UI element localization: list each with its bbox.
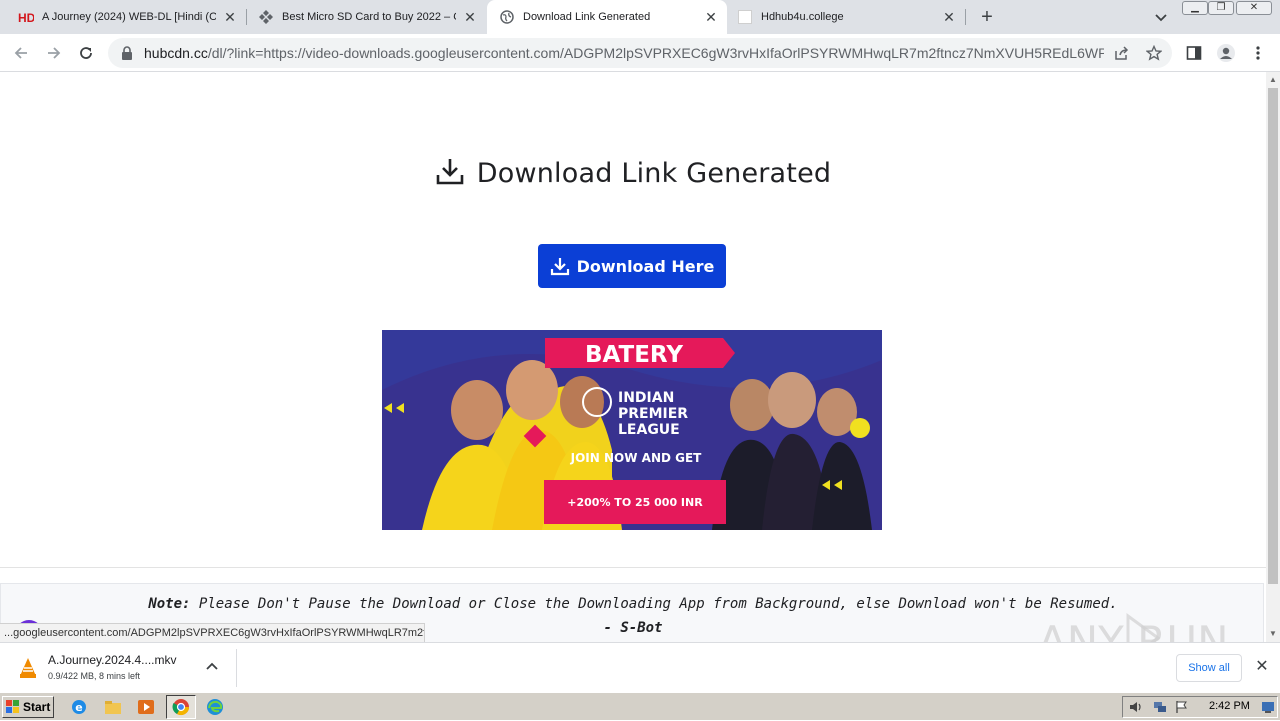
tab-title: Best Micro SD Card to Buy 2022 – O bbox=[282, 11, 456, 23]
close-icon[interactable]: ✕ bbox=[941, 9, 957, 25]
tab-title: Hdhub4u.college bbox=[761, 11, 844, 23]
volume-icon[interactable] bbox=[1129, 700, 1143, 714]
menu-kebab-icon[interactable] bbox=[1246, 41, 1270, 65]
tab-hdhub4u[interactable]: Hdhub4u.college ✕ bbox=[727, 0, 965, 34]
download-progress: 0.9/422 MB, 8 mins left bbox=[48, 671, 141, 681]
svg-text:HD: HD bbox=[18, 11, 34, 24]
url-text: hubcdn.cc/dl/?link=https://video-downloa… bbox=[144, 45, 1104, 61]
media-player-icon[interactable] bbox=[137, 698, 155, 716]
scroll-up-arrow-icon[interactable]: ▲ bbox=[1269, 76, 1277, 84]
start-button[interactable]: Start bbox=[2, 696, 54, 718]
tab-strip: HD A Journey (2024) WEB-DL [Hindi (OF ✕ … bbox=[0, 0, 1280, 34]
url-host: hubcdn.cc bbox=[144, 45, 208, 61]
download-filename[interactable]: A.Journey.2024.4....mkv bbox=[48, 653, 177, 667]
action-center-flag-icon[interactable] bbox=[1175, 700, 1189, 714]
lock-icon[interactable] bbox=[120, 45, 134, 61]
close-icon[interactable]: ✕ bbox=[703, 9, 719, 25]
download-icon bbox=[435, 156, 465, 191]
scroll-down-arrow-icon[interactable]: ▼ bbox=[1269, 630, 1277, 638]
tab-separator bbox=[965, 9, 966, 25]
address-bar[interactable]: hubcdn.cc/dl/?link=https://video-downloa… bbox=[108, 38, 1172, 68]
show-desktop-icon[interactable] bbox=[1261, 700, 1275, 714]
edge-icon[interactable] bbox=[206, 698, 224, 716]
svg-text:e: e bbox=[75, 701, 82, 714]
file-explorer-icon[interactable] bbox=[104, 698, 122, 716]
banner-cta: JOIN NOW AND GET bbox=[570, 451, 703, 465]
page-scrollbar[interactable]: ▲ ▼ bbox=[1266, 72, 1280, 642]
windows-taskbar: Start e 2:42 PM bbox=[0, 692, 1280, 720]
share-icon[interactable] bbox=[1114, 45, 1130, 61]
tab-title: A Journey (2024) WEB-DL [Hindi (OF bbox=[42, 11, 216, 23]
banner-bonus: +200% TO 25 000 INR bbox=[567, 496, 703, 509]
banner-league-line2: PREMIER bbox=[618, 406, 688, 422]
windows-flag-icon bbox=[6, 700, 19, 713]
download-here-button[interactable]: Download Here bbox=[538, 244, 726, 288]
internet-explorer-icon[interactable]: e bbox=[70, 698, 88, 716]
restore-button[interactable]: ❐ bbox=[1208, 1, 1234, 15]
scrollbar-thumb[interactable] bbox=[1268, 88, 1278, 584]
system-tray: 2:42 PM bbox=[1122, 696, 1278, 718]
close-icon[interactable]: ✕ bbox=[222, 9, 238, 25]
network-icon[interactable] bbox=[1153, 700, 1167, 714]
note-message: Please Don't Pause the Download or Close… bbox=[198, 596, 1118, 612]
status-bar-url: ...googleusercontent.com/ADGPM2lpSVPRXEC… bbox=[0, 623, 425, 643]
note-label: Note: bbox=[148, 596, 191, 612]
tab-title: Download Link Generated bbox=[523, 11, 651, 23]
diamond-arrows-icon bbox=[258, 9, 274, 25]
tab-search-chevron-icon[interactable] bbox=[1152, 8, 1170, 26]
tab-a-journey[interactable]: HD A Journey (2024) WEB-DL [Hindi (OF ✕ bbox=[0, 0, 246, 34]
close-window-button[interactable]: ✕ bbox=[1236, 1, 1272, 15]
download-shelf: A.Journey.2024.4....mkv 0.9/422 MB, 8 mi… bbox=[0, 642, 1280, 692]
tab-micro-sd[interactable]: Best Micro SD Card to Buy 2022 – O ✕ bbox=[240, 0, 486, 34]
shelf-divider bbox=[236, 649, 237, 687]
tab-download-link[interactable]: Download Link Generated ✕ bbox=[487, 0, 727, 34]
chevron-up-icon[interactable] bbox=[204, 659, 220, 675]
vlc-file-icon[interactable] bbox=[18, 657, 38, 679]
divider bbox=[0, 567, 1266, 568]
show-all-button[interactable]: Show all bbox=[1176, 654, 1242, 682]
banner-league-line1: INDIAN bbox=[618, 390, 674, 406]
download-here-label: Download Here bbox=[576, 256, 715, 276]
globe-icon bbox=[499, 9, 515, 25]
start-label: Start bbox=[23, 700, 51, 714]
new-tab-button[interactable]: + bbox=[976, 6, 998, 28]
browser-toolbar: hubcdn.cc/dl/?link=https://video-downloa… bbox=[0, 34, 1280, 72]
banner-league-line3: LEAGUE bbox=[618, 422, 680, 438]
close-icon[interactable]: ✕ bbox=[462, 9, 478, 25]
chrome-icon[interactable] bbox=[172, 698, 190, 716]
url-path: /dl/?link=https://video-downloads.google… bbox=[207, 45, 1104, 61]
page-content: Download Link Generated Download Here BA… bbox=[0, 72, 1266, 642]
taskbar-clock: 2:42 PM bbox=[1209, 700, 1250, 712]
profile-avatar-icon[interactable] bbox=[1214, 41, 1238, 65]
blank-page-icon bbox=[737, 9, 753, 25]
back-arrow-icon[interactable] bbox=[9, 41, 33, 65]
ad-banner[interactable]: BATERY INDIAN PREMIER LEAGUE JOIN NOW AN… bbox=[382, 330, 882, 530]
minimize-button[interactable]: ▁ bbox=[1182, 1, 1208, 15]
bookmark-star-icon[interactable] bbox=[1145, 44, 1163, 61]
page-heading: Download Link Generated bbox=[0, 156, 1266, 191]
forward-arrow-icon[interactable] bbox=[42, 41, 66, 65]
reload-icon[interactable] bbox=[74, 41, 98, 65]
side-panel-icon[interactable] bbox=[1182, 41, 1206, 65]
banner-brand: BATERY bbox=[585, 342, 683, 368]
page-title: Download Link Generated bbox=[476, 158, 832, 189]
hd-logo-icon: HD bbox=[18, 9, 34, 25]
close-shelf-icon[interactable]: ✕ bbox=[1254, 659, 1270, 675]
download-icon bbox=[550, 258, 569, 276]
